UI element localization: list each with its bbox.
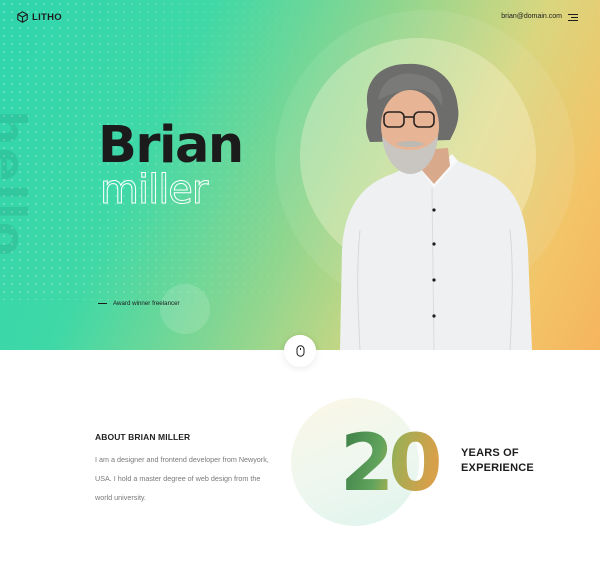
- decorative-circle: [160, 284, 210, 334]
- mouse-scroll-icon[interactable]: [284, 335, 316, 367]
- vertical-hello-text: hello: [0, 110, 36, 259]
- about-text: I am a designer and frontend developer f…: [95, 455, 269, 502]
- tagline-text: Award winner freelancer: [113, 300, 180, 307]
- email-link[interactable]: brian@domain.com: [501, 13, 562, 20]
- hero-tagline: Award winner freelancer: [98, 300, 180, 307]
- years-label-line2: EXPERIENCE: [461, 462, 534, 474]
- portrait-image: [330, 60, 540, 350]
- years-number: 20: [336, 419, 446, 509]
- years-label: YEARS OF EXPERIENCE: [461, 446, 534, 476]
- years-label-line1: YEARS OF: [461, 447, 519, 459]
- tagline-dash: [98, 303, 107, 304]
- logo[interactable]: LITHO: [17, 11, 62, 23]
- about-title: ABOUT BRIAN MILLER: [95, 432, 191, 442]
- hero-first-name: Brian: [98, 116, 244, 175]
- cube-icon: [17, 11, 28, 23]
- hamburger-menu-icon[interactable]: [568, 13, 578, 22]
- logo-text: LITHO: [32, 11, 62, 23]
- hero-last-name: miller: [99, 167, 208, 213]
- years-number-text: 20: [340, 420, 439, 500]
- hero-section: hello LITHO brian@domain.com Brian mille…: [0, 0, 600, 350]
